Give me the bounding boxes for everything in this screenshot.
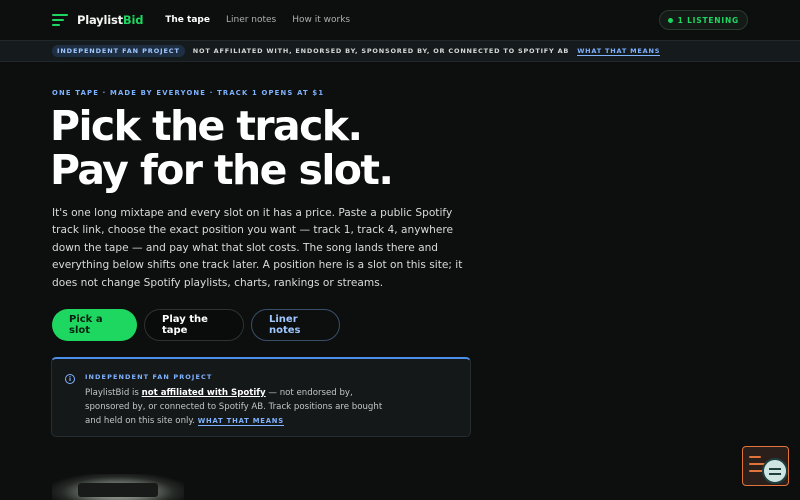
hero-buttons: Pick a slot Play the tape Liner notes	[52, 309, 340, 341]
live-dot-icon	[667, 17, 673, 23]
notice-card: i INDEPENDENT FAN PROJECT PlaylistBid is…	[51, 357, 471, 437]
notice-what-that-means-link[interactable]: WHAT THAT MEANS	[197, 417, 284, 427]
play-the-tape-button[interactable]: Play the tape	[144, 309, 244, 341]
disclaimer-strip: INDEPENDENT FAN PROJECT NOT AFFILIATED W…	[0, 40, 800, 62]
hero-headline: Pick the track. Pay for the slot.	[50, 102, 394, 194]
listening-badge[interactable]: 1 LISTENING	[658, 10, 748, 30]
top-nav: PlaylistBid The tape Liner notes How it …	[0, 0, 800, 40]
strip-what-that-means-link[interactable]: WHAT THAT MEANS	[577, 47, 661, 56]
nav-link-how-it-works[interactable]: How it works	[292, 15, 350, 25]
logo-text: PlaylistBid	[77, 13, 144, 27]
notice-emphasis: not affiliated with Spotify	[141, 388, 266, 398]
headline-line-2: Pay for the slot.	[50, 146, 394, 194]
notice-body: PlaylistBid is not affiliated with Spoti…	[85, 388, 383, 427]
listening-count: 1 LISTENING	[677, 15, 739, 25]
pick-a-slot-button[interactable]: Pick a slot	[52, 309, 137, 341]
hero-eyebrow: ONE TAPE · MADE BY EVERYONE · TRACK 1 OP…	[52, 89, 325, 97]
bars-icon	[52, 14, 68, 26]
strip-text: NOT AFFILIATED WITH, ENDORSED BY, SPONSO…	[192, 47, 570, 55]
liner-notes-button[interactable]: Liner notes	[251, 309, 340, 341]
feedback-chat-icon[interactable]	[742, 446, 789, 486]
nav-link-liner-notes[interactable]: Liner notes	[226, 15, 276, 25]
info-icon: i	[65, 374, 75, 384]
hero-lede: It's one long mixtape and every slot on …	[52, 207, 463, 289]
strip-badge: INDEPENDENT FAN PROJECT	[52, 45, 185, 57]
tape-artwork	[52, 474, 184, 500]
notice-title: INDEPENDENT FAN PROJECT	[85, 373, 213, 381]
chat-bubble-icon	[762, 458, 788, 484]
nav-link-the-tape[interactable]: The tape	[165, 15, 210, 25]
headline-line-1: Pick the track.	[50, 102, 363, 150]
logo[interactable]: PlaylistBid	[52, 13, 143, 27]
